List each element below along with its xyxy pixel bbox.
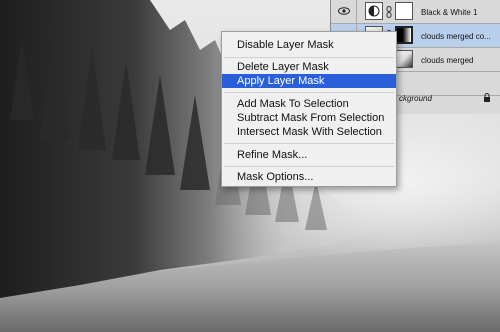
menu-item-apply-layer-mask[interactable]: Apply Layer Mask	[222, 74, 396, 88]
lock-icon	[484, 93, 490, 102]
layer-name: Black & White 1	[421, 8, 478, 17]
chain-link-icon[interactable]	[386, 6, 392, 18]
menu-item-disable-layer-mask[interactable]: Disable Layer Mask	[222, 38, 396, 52]
menu-separator	[224, 92, 394, 93]
menu-item-add-mask-to-selection[interactable]: Add Mask To Selection	[222, 97, 396, 111]
layer-row-black-white[interactable]: Black & White 1	[331, 0, 500, 24]
layer-thumbnail	[365, 2, 383, 20]
layer-name: clouds merged co...	[421, 32, 491, 41]
half-circle-adjustment-icon	[368, 5, 380, 17]
visibility-toggle[interactable]	[331, 0, 357, 23]
menu-item-subtract-mask-from-selection[interactable]: Subtract Mask From Selection	[222, 111, 396, 125]
layer-name: clouds merged	[421, 56, 474, 65]
menu-separator	[224, 143, 394, 144]
layer-name: ckground	[399, 94, 432, 103]
layer-mask-context-menu: Disable Layer Mask Delete Layer Mask App…	[221, 31, 397, 187]
menu-separator	[224, 57, 394, 58]
menu-item-mask-options[interactable]: Mask Options...	[222, 170, 396, 184]
menu-item-refine-mask[interactable]: Refine Mask...	[222, 148, 396, 162]
eye-icon	[338, 7, 350, 15]
layer-thumbnail	[395, 50, 413, 68]
menu-separator	[224, 166, 394, 167]
menu-item-delete-layer-mask[interactable]: Delete Layer Mask	[222, 60, 396, 74]
layer-mask-thumbnail[interactable]	[395, 2, 413, 20]
layer-mask-thumbnail[interactable]	[395, 26, 413, 44]
menu-item-intersect-mask-with-selection[interactable]: Intersect Mask With Selection	[222, 125, 396, 139]
